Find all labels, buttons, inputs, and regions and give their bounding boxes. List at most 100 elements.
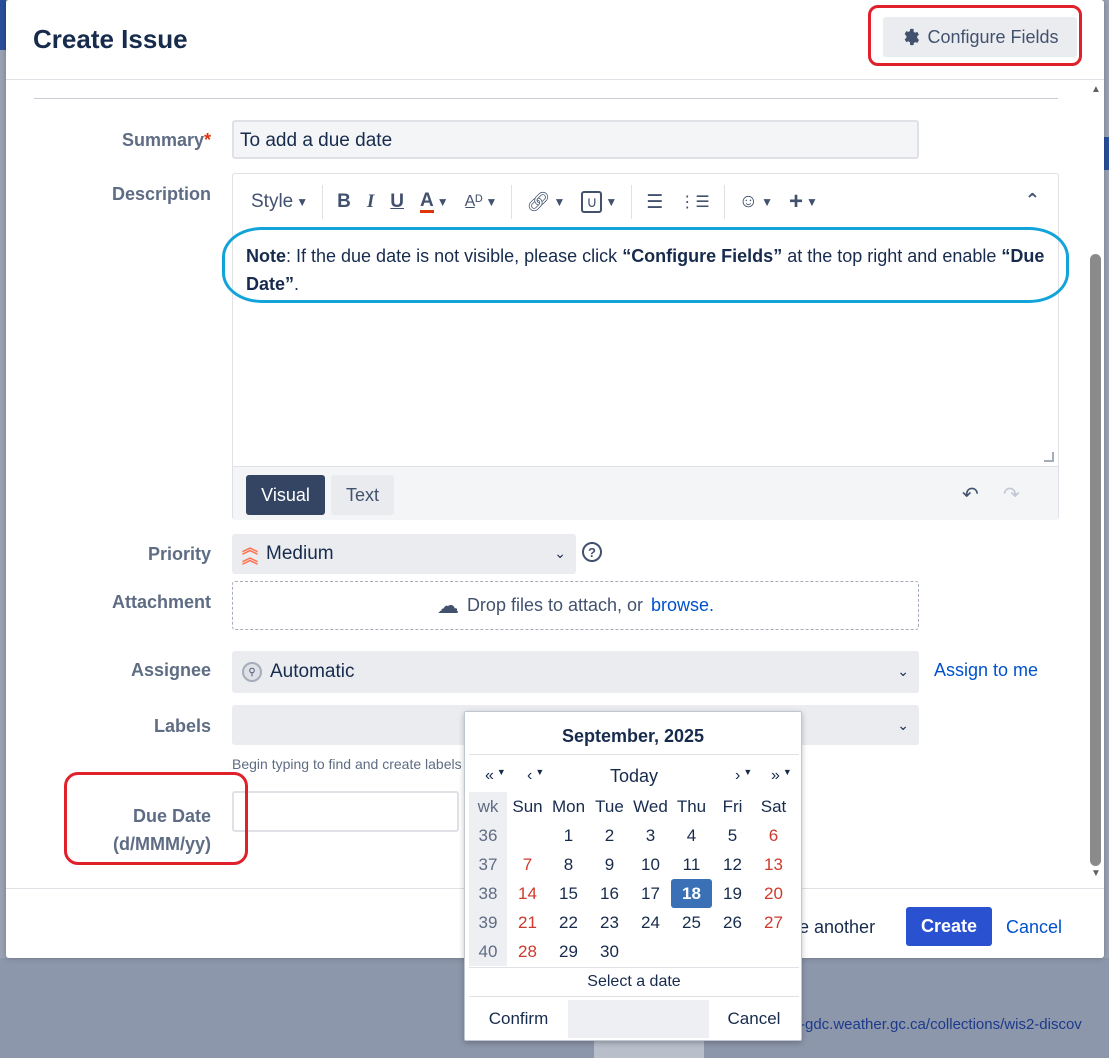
- attachment-dropzone[interactable]: ☁︎ Drop files to attach, or browse.: [232, 581, 919, 630]
- calendar-day[interactable]: 12: [712, 850, 753, 879]
- calendar-day[interactable]: 8: [548, 850, 589, 879]
- labels-hint: Begin typing to find and create labels: [232, 756, 462, 772]
- text-color-dropdown[interactable]: A ▼: [412, 182, 457, 222]
- calendar-day[interactable]: 22: [548, 908, 589, 937]
- section-divider: [34, 98, 1058, 99]
- create-button[interactable]: Create: [906, 907, 992, 946]
- browse-link[interactable]: browse.: [651, 595, 714, 616]
- calendar-day[interactable]: 7: [507, 850, 548, 879]
- calendar-day[interactable]: 6: [753, 821, 794, 850]
- calendar-empty-cell: [712, 937, 753, 966]
- calendar-day[interactable]: 21: [507, 908, 548, 937]
- cancel-button[interactable]: Cancel: [1006, 917, 1062, 938]
- calendar-day[interactable]: 26: [712, 908, 753, 937]
- insert-more-dropdown[interactable]: + ▼: [781, 182, 826, 222]
- create-another-label[interactable]: te another: [794, 917, 875, 938]
- bold-button[interactable]: B: [329, 182, 359, 222]
- emoji-dropdown[interactable]: ☺ ▼: [731, 182, 781, 222]
- chevron-down-icon: ▼: [605, 195, 618, 209]
- bold-icon: B: [337, 191, 351, 212]
- scroll-down-arrow[interactable]: ▼: [1091, 868, 1101, 879]
- calendar-day[interactable]: 30: [589, 937, 630, 966]
- description-editor[interactable]: Style ▼ B I U A ▼ A̲ᴰ ▼ 🔗︎ ▼ ∪ ▼ ☰ ⋮☰ ☺ ▼ + ▼ ⌃…: [232, 173, 1059, 520]
- background-block: [594, 1040, 704, 1058]
- editor-toolbar: Style ▼ B I U A ▼ A̲ᴰ ▼ 🔗︎ ▼ ∪ ▼ ☰ ⋮☰ ☺ ▼ + ▼ ⌃: [233, 174, 1058, 230]
- avatar: ⚲: [242, 662, 262, 682]
- calendar-day[interactable]: 25: [671, 908, 712, 937]
- resize-handle[interactable]: [1044, 452, 1054, 462]
- undo-icon[interactable]: ↶: [962, 482, 979, 507]
- next-year-button[interactable]: » ▼: [771, 767, 792, 785]
- weekday-header: Thu: [676, 797, 707, 816]
- due-date-input[interactable]: [232, 791, 459, 832]
- calendar-empty-cell: [630, 937, 671, 966]
- calendar-week-row: 40 28 29 30: [469, 937, 799, 966]
- chevron-down-icon: ⌄: [897, 717, 909, 733]
- toolbar-separator: [631, 185, 633, 219]
- help-icon[interactable]: ?: [582, 542, 602, 562]
- calendar-day[interactable]: 14: [507, 879, 548, 908]
- calendar-week-row: 39 21 22 23 24 25 26 27: [469, 908, 799, 937]
- calendar-day-selected[interactable]: 18: [671, 879, 712, 908]
- calendar-day[interactable]: 2: [589, 821, 630, 850]
- link-icon: 🔗︎: [526, 192, 551, 213]
- attachment-dropdown[interactable]: ∪ ▼: [573, 182, 625, 222]
- dropdown-tick-icon: ▼: [782, 767, 792, 777]
- calendar-day[interactable]: 19: [712, 879, 753, 908]
- text-format-icon: A̲ᴰ: [464, 193, 483, 210]
- calendar-day[interactable]: 16: [589, 879, 630, 908]
- week-number: 40: [469, 937, 507, 966]
- link-dropdown[interactable]: 🔗︎ ▼: [518, 182, 573, 222]
- calendar-day[interactable]: 1: [548, 821, 589, 850]
- calendar-day[interactable]: 29: [548, 937, 589, 966]
- text-mode-tab[interactable]: Text: [331, 475, 394, 515]
- summary-input[interactable]: To add a due date: [232, 120, 919, 159]
- week-number: 38: [469, 879, 507, 908]
- calendar-week-row: 38 14 15 16 17 18 19 20: [469, 879, 799, 908]
- underline-button[interactable]: U: [382, 182, 412, 222]
- next-month-button[interactable]: › ▼: [735, 767, 752, 785]
- visual-mode-tab[interactable]: Visual: [246, 475, 325, 515]
- calendar-day[interactable]: 4: [671, 821, 712, 850]
- calendar-day[interactable]: 11: [671, 850, 712, 879]
- scrollbar-thumb[interactable]: [1090, 254, 1101, 866]
- chevron-down-icon: ▼: [553, 195, 566, 209]
- weekday-header: Fri: [722, 797, 743, 816]
- calendar-day[interactable]: 10: [630, 850, 671, 879]
- numbered-list-button[interactable]: ⋮☰: [671, 182, 717, 222]
- bullet-list-icon: ☰: [646, 191, 664, 213]
- assign-to-me-link[interactable]: Assign to me: [934, 660, 1038, 681]
- redo-icon[interactable]: ↷: [1003, 482, 1020, 507]
- calendar-day[interactable]: 28: [507, 937, 548, 966]
- calendar-day[interactable]: 20: [753, 879, 794, 908]
- calendar-confirm-button[interactable]: Confirm: [469, 1000, 568, 1038]
- bullet-list-button[interactable]: ☰: [638, 182, 671, 222]
- collapse-toolbar-icon[interactable]: ⌃: [1025, 190, 1040, 211]
- editor-mode-bar: Visual Text ↶ ↷: [233, 466, 1058, 520]
- calendar-day[interactable]: 3: [630, 821, 671, 850]
- calendar-day[interactable]: 9: [589, 850, 630, 879]
- scroll-up-arrow[interactable]: ▲: [1091, 84, 1101, 95]
- calendar-day[interactable]: 24: [630, 908, 671, 937]
- assignee-label: Assignee: [130, 660, 211, 680]
- style-dropdown[interactable]: Style ▼: [243, 182, 316, 222]
- calendar-day[interactable]: 27: [753, 908, 794, 937]
- calendar-day[interactable]: 5: [712, 821, 753, 850]
- priority-select[interactable]: ︽ ︽ Medium ⌄: [232, 534, 576, 574]
- calendar-day[interactable]: 13: [753, 850, 794, 879]
- priority-medium-icon: ︽ ︽: [242, 540, 259, 567]
- calendar-cancel-button[interactable]: Cancel: [709, 1000, 799, 1038]
- calendar-weekday-header: wk Sun Mon Tue Wed Thu Fri Sat: [469, 792, 799, 821]
- background-link[interactable]: -gdc.weather.gc.ca/collections/wis2-disc…: [800, 1016, 1082, 1033]
- calendar-day[interactable]: 15: [548, 879, 589, 908]
- calendar-day[interactable]: 23: [589, 908, 630, 937]
- text-format-dropdown[interactable]: A̲ᴰ ▼: [457, 182, 506, 222]
- italic-button[interactable]: I: [359, 182, 382, 222]
- assignee-select[interactable]: ⚲ Automatic ⌄: [232, 651, 919, 693]
- week-number: 37: [469, 850, 507, 879]
- description-label: Description: [111, 184, 211, 204]
- calendar-day[interactable]: 17: [630, 879, 671, 908]
- calendar-empty-cell: [671, 937, 712, 966]
- plus-icon: +: [788, 188, 803, 215]
- labels-label: Labels: [153, 716, 211, 736]
